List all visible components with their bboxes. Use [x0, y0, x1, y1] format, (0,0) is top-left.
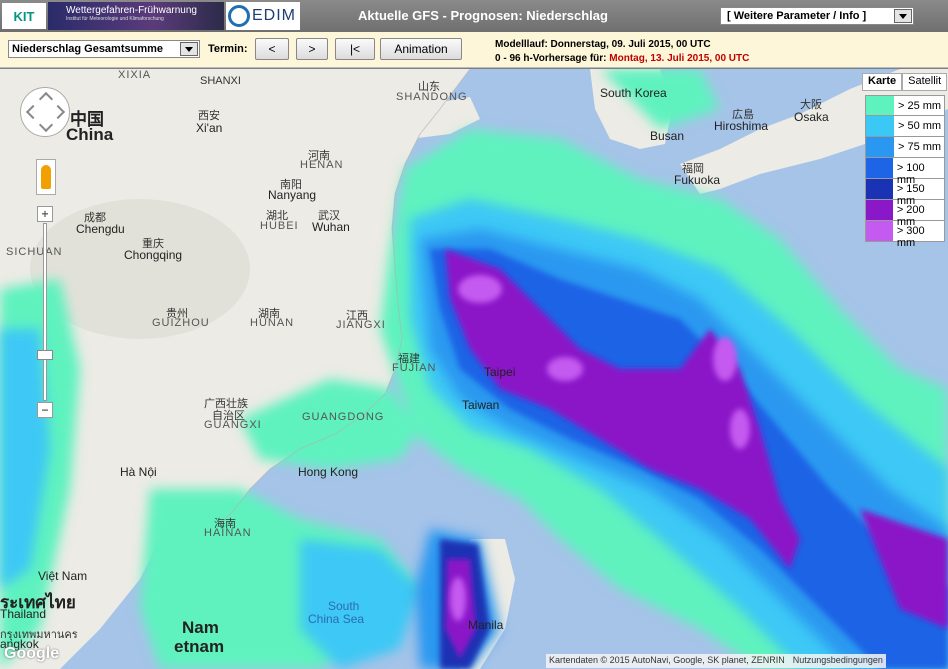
legend-label: > 100 mm [896, 162, 925, 186]
map-attribution: Kartendaten © 2015 AutoNavi, Google, SK … [546, 654, 886, 668]
zoom-slider-thumb[interactable] [37, 350, 53, 360]
label-hiroshima: Hiroshima [714, 119, 769, 133]
precipitation-map [0, 69, 948, 669]
map-canvas[interactable]: XIXIA SHANXI 山东 SHANDONG 中国 China 西安 Xi'… [0, 69, 948, 669]
zoom-in-button[interactable]: + [37, 206, 53, 222]
chevron-down-icon[interactable] [894, 9, 912, 23]
legend-swatch [866, 158, 893, 178]
google-logo[interactable]: Google [4, 645, 59, 663]
label-fujian: FUJIAN [392, 362, 437, 374]
legend-label: > 50 mm [898, 120, 942, 132]
previous-button[interactable]: < [255, 38, 289, 60]
forecast-date: Montag, 13. Juli 2015, 00 UTC [609, 53, 750, 64]
forecast-text: 0 - 96 h-Vorhersage für: Montag, 13. Jul… [495, 53, 750, 64]
model-run-info: Modelllauf: Donnerstag, 09. Juli 2015, 0… [495, 38, 749, 66]
first-button[interactable]: |< [335, 38, 375, 60]
label-south-china-sea2: China Sea [308, 612, 365, 626]
legend-row: > 300 mm [865, 221, 945, 249]
legend-label: > 300 mm [896, 225, 925, 249]
label-guangxi: GUANGXI [204, 419, 262, 431]
legend-swatch [866, 116, 894, 136]
legend-swatch [866, 179, 893, 199]
pan-up-icon[interactable] [38, 91, 54, 107]
label-manila: Manila [468, 618, 504, 632]
label-henan: HENAN [300, 159, 344, 171]
label-busan: Busan [650, 129, 685, 143]
label-china: China [66, 125, 114, 144]
label-taipei: Taipei [484, 365, 516, 379]
model-run-text: Modelllauf: Donnerstag, 09. Juli 2015, 0… [495, 39, 711, 50]
page-title: Aktuelle GFS - Prognosen: Niederschlag [358, 8, 608, 23]
variable-select[interactable]: Niederschlag Gesamtsumme [8, 40, 200, 58]
map-type-satellit[interactable]: Satellit [902, 73, 948, 91]
pan-down-icon[interactable] [38, 117, 54, 133]
legend-swatch [866, 137, 894, 157]
pan-right-icon[interactable] [50, 104, 66, 120]
pan-control[interactable] [20, 87, 70, 137]
map-type-toggle: Karte Satellit [862, 73, 948, 91]
label-hunan: HUNAN [250, 317, 295, 329]
warning-logo[interactable]: Wettergefahren-Frühwarnung Institut für … [48, 2, 224, 30]
label-shandong: SHANDONG [396, 91, 468, 103]
legend-row: > 50 mm [865, 116, 945, 137]
label-nam: Nam [182, 618, 219, 637]
label-korea: South Korea [600, 86, 667, 100]
street-view-pegman-icon[interactable] [36, 159, 56, 195]
edim-ring-icon [228, 5, 250, 27]
label-south-china-sea: South [328, 599, 360, 613]
legend-label: > 75 mm [898, 141, 942, 153]
label-xian: Xi'an [196, 121, 223, 135]
next-button[interactable]: > [296, 38, 328, 60]
label-vietnam: Việt Nam [38, 569, 88, 583]
parameter-select[interactable]: [ Weitere Parameter / Info ] [720, 7, 914, 25]
label-guizhou: GUIZHOU [152, 317, 210, 329]
legend-label: > 200 mm [896, 204, 925, 228]
termin-label: Termin: [208, 43, 248, 55]
label-wuhan: Wuhan [312, 220, 350, 234]
label-chongqing: Chongqing [124, 248, 183, 262]
label-thailand: Thailand [0, 607, 47, 621]
label-sichuan: SICHUAN [6, 246, 63, 258]
label-jiangxi: JIANGXI [336, 319, 386, 331]
warning-title: Wettergefahren-Frühwarnung [66, 5, 197, 16]
label-hainan: HAINAN [204, 527, 252, 539]
label-chengdu: Chengdu [76, 222, 125, 236]
label-xixia: XIXIA [118, 69, 152, 81]
label-guangdong: GUANGDONG [302, 411, 385, 423]
legend-label: > 25 mm [898, 100, 942, 112]
control-bar: Niederschlag Gesamtsumme Termin: < > |< … [0, 32, 948, 68]
legend-row: > 25 mm [865, 95, 945, 116]
terms-link[interactable]: Nutzungsbedingungen [793, 655, 883, 667]
zoom-out-button[interactable]: − [37, 402, 53, 418]
legend-swatch [866, 96, 894, 115]
legend-label: > 150 mm [896, 183, 925, 207]
label-hanoi: Hà Nội [120, 465, 157, 479]
warning-subtitle: Institut für Meteorologie und Klimaforsc… [66, 16, 164, 22]
header-bar: KIT Wettergefahren-Frühwarnung Institut … [0, 0, 948, 32]
attribution-text: Kartendaten © 2015 AutoNavi, Google, SK … [549, 655, 785, 665]
label-nanyang: Nanyang [268, 188, 317, 202]
label-etnam: etnam [174, 637, 225, 656]
label-hubei: HUBEI [260, 220, 299, 232]
label-hongkong: Hong Kong [298, 465, 359, 479]
legend-swatch [866, 221, 893, 241]
label-shanxi: SHANXI [200, 75, 241, 87]
label-osaka: Osaka [794, 110, 829, 124]
kit-logo[interactable]: KIT [2, 3, 46, 29]
label-taiwan: Taiwan [462, 398, 500, 412]
pan-left-icon[interactable] [25, 104, 41, 120]
legend-row: > 200 mm [865, 200, 945, 228]
map-type-karte[interactable]: Karte [862, 73, 903, 91]
chevron-down-icon[interactable] [180, 42, 198, 56]
label-fukuoka: Fukuoka [674, 173, 721, 187]
legend-row: > 75 mm [865, 137, 945, 158]
legend-row: > 100 mm [865, 158, 945, 186]
precipitation-legend: > 25 mm > 50 mm > 75 mm > 100 mm > 150 mm > 2… [865, 95, 945, 249]
zoom-slider-track[interactable] [43, 223, 47, 401]
animation-button[interactable]: Animation [380, 38, 462, 60]
legend-row: > 150 mm [865, 179, 945, 207]
legend-swatch [866, 200, 893, 220]
edim-logo[interactable]: EDIM [226, 2, 300, 30]
